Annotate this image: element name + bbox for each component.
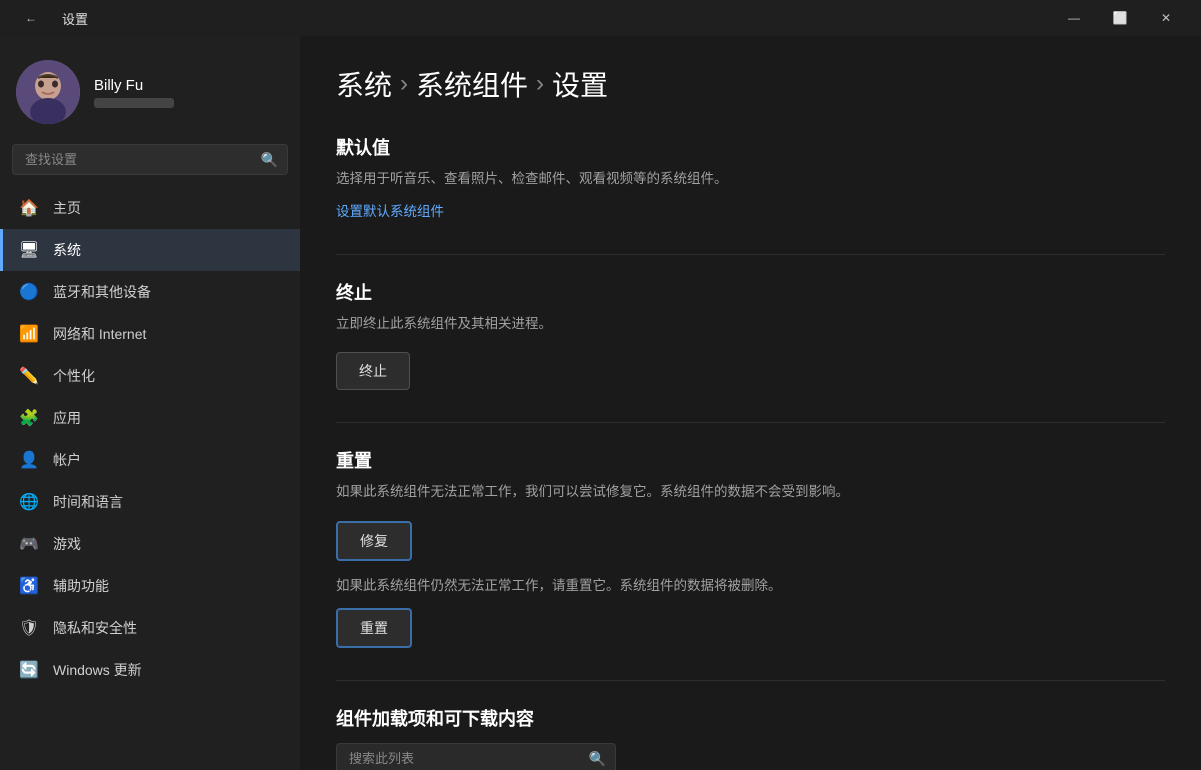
sidebar-label-games: 游戏	[53, 534, 81, 554]
repair-button[interactable]: 修复	[336, 521, 412, 561]
divider-2	[336, 422, 1165, 423]
reset-desc2: 如果此系统组件仍然无法正常工作，请重置它。系统组件的数据将被删除。	[336, 575, 1165, 597]
titlebar: ← 设置 — ⬜ ✕	[0, 0, 1201, 36]
time-icon: 🌐	[19, 492, 39, 512]
divider-3	[336, 680, 1165, 681]
search-box[interactable]: 🔍	[12, 144, 288, 175]
sidebar: Billy Fu 🔍 🏠 主页 🖥 系统 🔵 蓝牙和其他设备 📶 网络和 Int…	[0, 36, 300, 770]
sidebar-label-accessibility: 辅助功能	[53, 576, 109, 596]
update-icon: 🔄	[19, 660, 39, 680]
home-icon: 🏠	[19, 198, 39, 218]
back-button[interactable]: ←	[8, 0, 54, 36]
addons-title: 组件加载项和可下载内容	[336, 705, 1165, 731]
user-section[interactable]: Billy Fu	[0, 36, 300, 144]
breadcrumb-part2: 系统组件	[416, 64, 528, 104]
sidebar-label-home: 主页	[53, 198, 81, 218]
sidebar-label-privacy: 隐私和安全性	[53, 618, 137, 638]
sidebar-item-update[interactable]: 🔄 Windows 更新	[0, 649, 300, 691]
terminate-button[interactable]: 终止	[336, 352, 410, 390]
sidebar-item-games[interactable]: 🎮 游戏	[0, 523, 300, 565]
sidebar-label-network: 网络和 Internet	[53, 324, 146, 344]
section-defaults: 默认值 选择用于听音乐、查看照片、检查邮件、观看视频等的系统组件。 设置默认系统…	[336, 134, 1165, 222]
addon-search-input[interactable]	[336, 743, 616, 770]
sidebar-item-system[interactable]: 🖥 系统	[0, 229, 300, 271]
sidebar-label-system: 系统	[53, 240, 81, 260]
system-icon: 🖥	[19, 240, 39, 260]
sidebar-item-privacy[interactable]: 🛡 隐私和安全性	[0, 607, 300, 649]
search-input[interactable]	[12, 144, 288, 175]
close-button[interactable]: ✕	[1143, 0, 1189, 36]
window-title: 设置	[62, 9, 88, 28]
minimize-button[interactable]: —	[1051, 0, 1097, 36]
defaults-link[interactable]: 设置默认系统组件	[336, 200, 444, 220]
addon-search-icon: 🔍	[589, 750, 606, 767]
sidebar-label-personalization: 个性化	[53, 366, 95, 386]
terminate-desc: 立即终止此系统组件及其相关进程。	[336, 313, 1165, 335]
section-addons: 组件加载项和可下载内容 🔍	[336, 705, 1165, 770]
sidebar-item-home[interactable]: 🏠 主页	[0, 187, 300, 229]
titlebar-left: ← 设置	[8, 0, 88, 36]
breadcrumb-current: 设置	[552, 64, 608, 104]
personalization-icon: ✏️	[19, 366, 39, 386]
user-name: Billy Fu	[94, 77, 174, 94]
network-icon: 📶	[19, 324, 39, 344]
user-info: Billy Fu	[94, 77, 174, 108]
terminate-title: 终止	[336, 279, 1165, 305]
sidebar-label-update: Windows 更新	[53, 660, 142, 680]
avatar[interactable]	[16, 60, 80, 124]
content-area: 系统 › 系统组件 › 设置 默认值 选择用于听音乐、查看照片、检查邮件、观看视…	[300, 36, 1201, 770]
addon-search-box[interactable]: 🔍	[336, 743, 616, 770]
sidebar-label-apps: 应用	[53, 408, 81, 428]
defaults-title: 默认值	[336, 134, 1165, 160]
sidebar-label-time: 时间和语言	[53, 492, 123, 512]
breadcrumb-sep1: ›	[400, 70, 408, 98]
section-reset: 重置 如果此系统组件无法正常工作，我们可以尝试修复它。系统组件的数据不会受到影响…	[336, 447, 1165, 648]
breadcrumb-sep2: ›	[536, 70, 544, 98]
defaults-desc: 选择用于听音乐、查看照片、检查邮件、观看视频等的系统组件。	[336, 168, 1165, 190]
bluetooth-icon: 🔵	[19, 282, 39, 302]
section-terminate: 终止 立即终止此系统组件及其相关进程。 终止	[336, 279, 1165, 391]
sidebar-label-bluetooth: 蓝牙和其他设备	[53, 282, 151, 302]
maximize-button[interactable]: ⬜	[1097, 0, 1143, 36]
breadcrumb-part1: 系统	[336, 64, 392, 104]
accounts-icon: 👤	[19, 450, 39, 470]
breadcrumb: 系统 › 系统组件 › 设置	[336, 64, 1165, 104]
reset-title: 重置	[336, 447, 1165, 473]
sidebar-item-bluetooth[interactable]: 🔵 蓝牙和其他设备	[0, 271, 300, 313]
sidebar-label-accounts: 帐户	[53, 450, 81, 470]
app-body: Billy Fu 🔍 🏠 主页 🖥 系统 🔵 蓝牙和其他设备 📶 网络和 Int…	[0, 36, 1201, 770]
sidebar-item-time[interactable]: 🌐 时间和语言	[0, 481, 300, 523]
sidebar-item-personalization[interactable]: ✏️ 个性化	[0, 355, 300, 397]
sidebar-item-accessibility[interactable]: ♿ 辅助功能	[0, 565, 300, 607]
privacy-icon: 🛡	[19, 618, 39, 638]
apps-icon: 🧩	[19, 408, 39, 428]
sidebar-item-network[interactable]: 📶 网络和 Internet	[0, 313, 300, 355]
reset-desc1: 如果此系统组件无法正常工作，我们可以尝试修复它。系统组件的数据不会受到影响。	[336, 481, 1165, 503]
sidebar-item-apps[interactable]: 🧩 应用	[0, 397, 300, 439]
reset-button[interactable]: 重置	[336, 608, 412, 648]
user-subtitle	[94, 98, 174, 108]
window-controls: — ⬜ ✕	[1051, 0, 1189, 36]
accessibility-icon: ♿	[19, 576, 39, 596]
divider-1	[336, 254, 1165, 255]
sidebar-item-accounts[interactable]: 👤 帐户	[0, 439, 300, 481]
games-icon: 🎮	[19, 534, 39, 554]
